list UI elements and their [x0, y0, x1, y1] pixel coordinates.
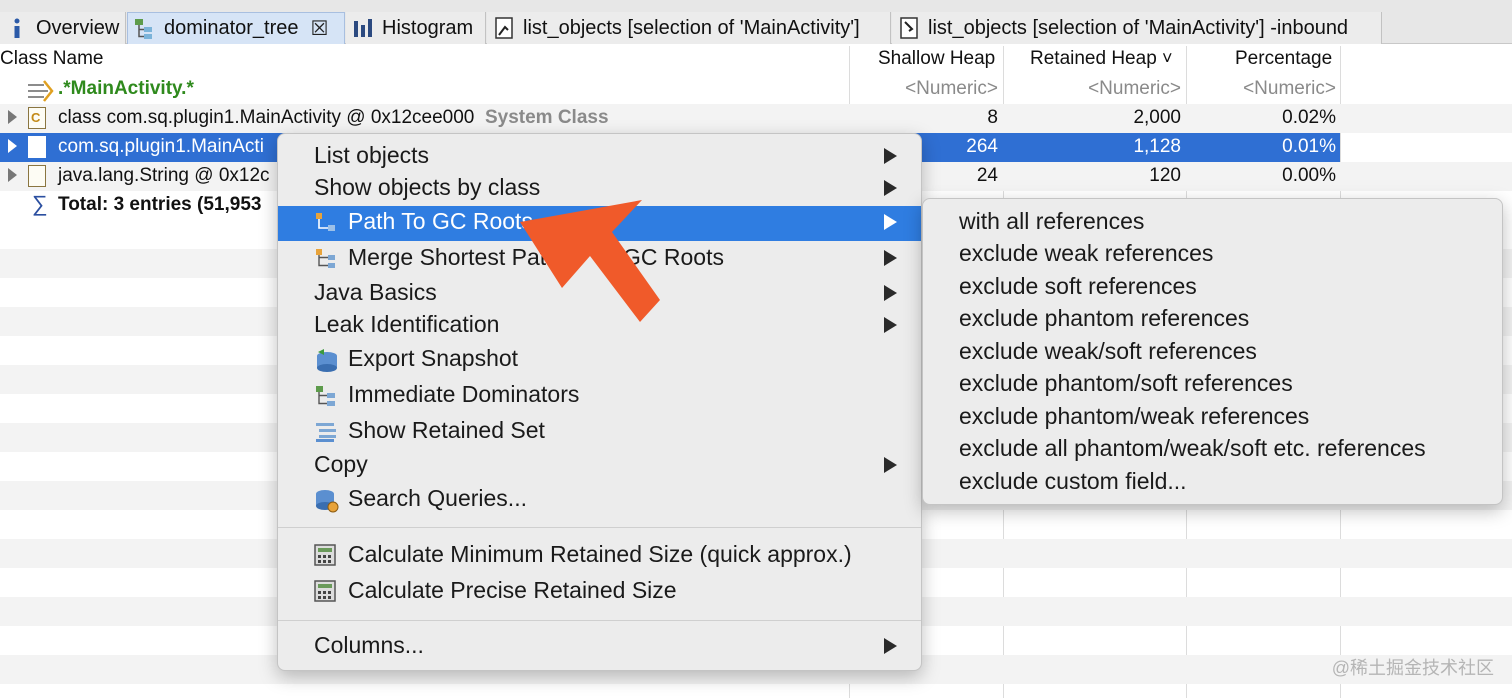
watermark: @稀土掘金技术社区	[1331, 658, 1494, 678]
annotation-arrow-icon	[520, 200, 660, 322]
